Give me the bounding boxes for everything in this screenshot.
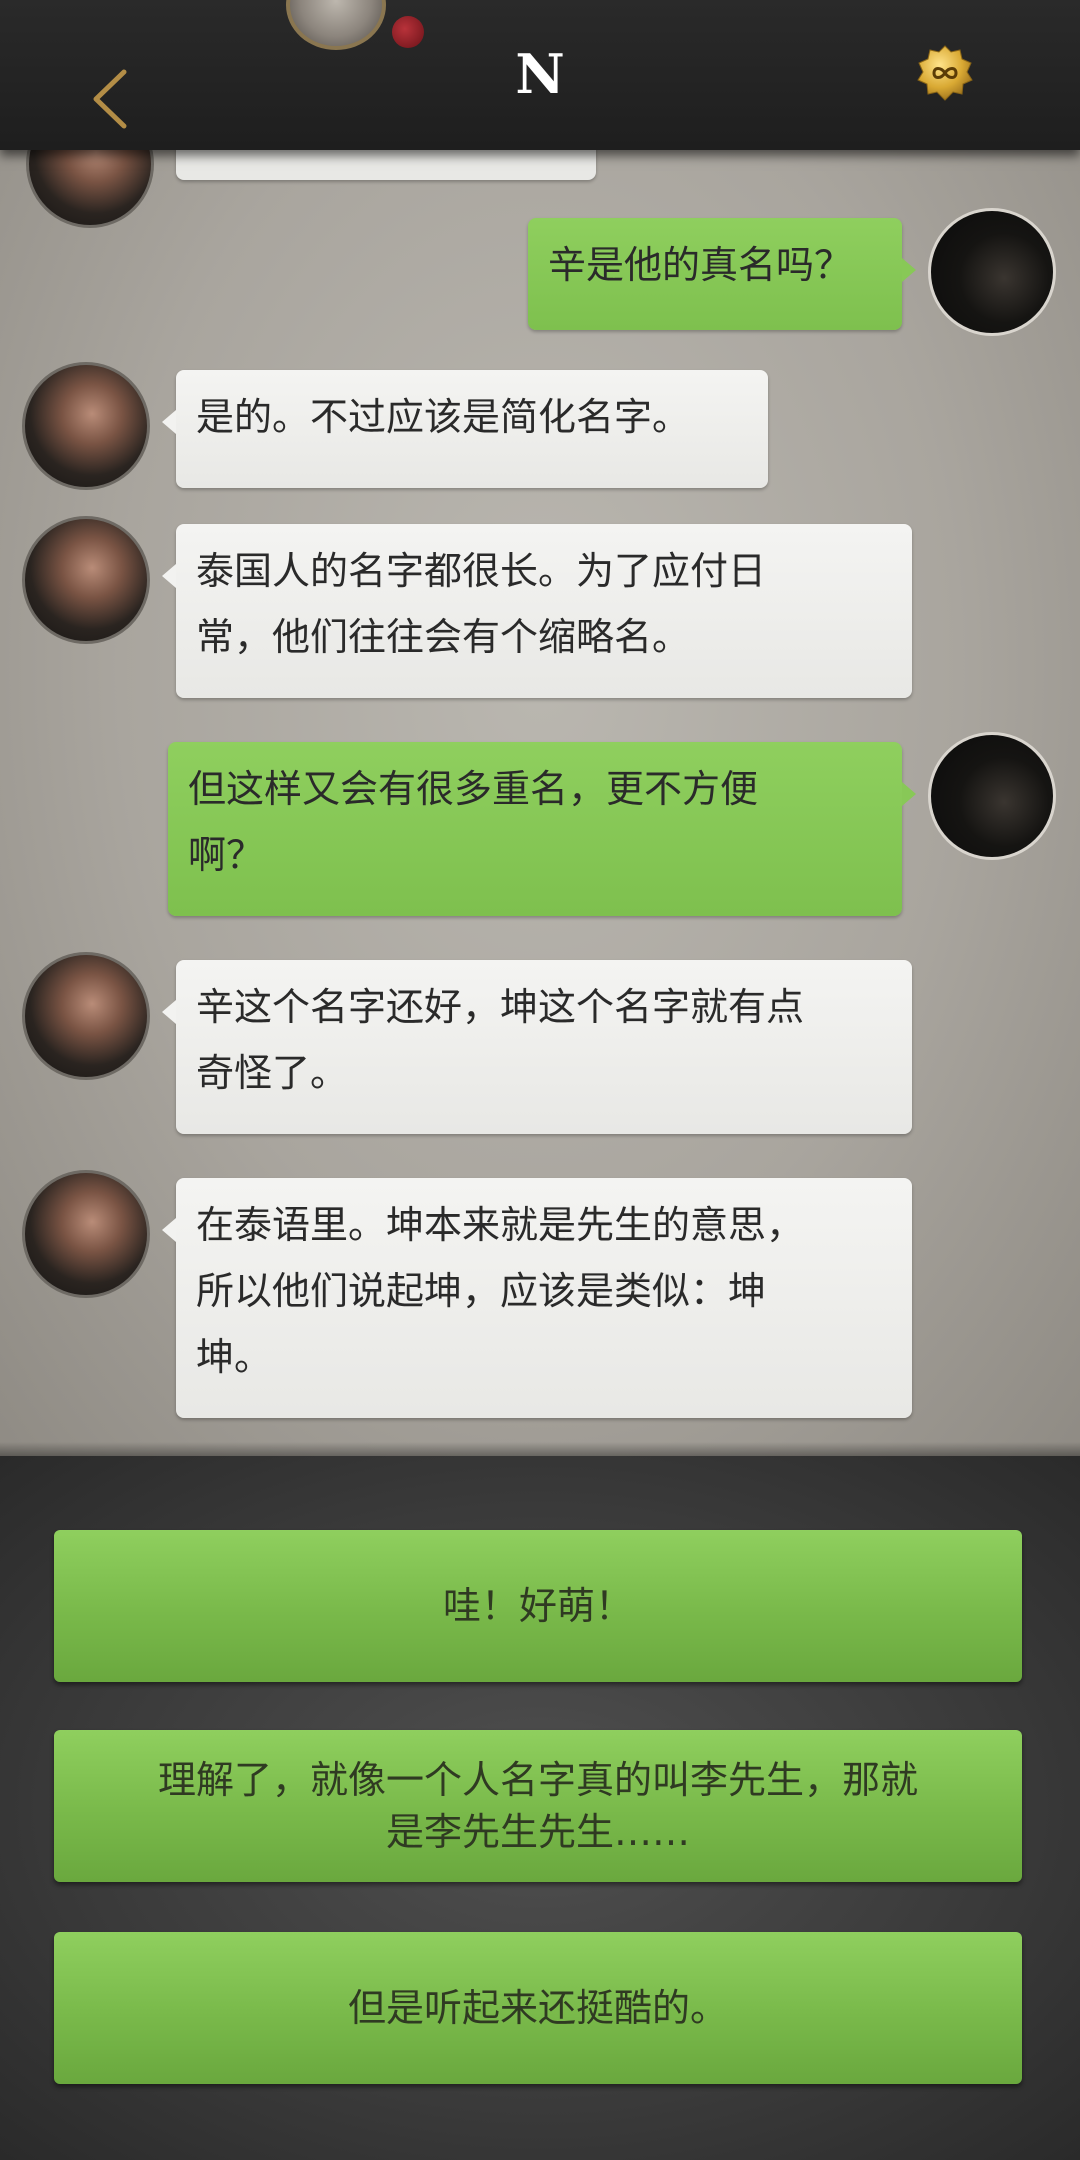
user-avatar[interactable]	[928, 208, 1056, 336]
reply-option-2[interactable]: 理解了，就像一个人名字真的叫李先生，那就 是李先生先生……	[54, 1730, 1022, 1882]
contact-avatar[interactable]	[22, 362, 150, 490]
message-bubble-received: 是的。不过应该是简化名字。	[162, 370, 768, 488]
message-text-line: 坤。	[196, 1335, 273, 1379]
message-bubble-sent: 辛是他的真名吗？	[528, 218, 916, 330]
top-bar: N	[0, 0, 1080, 150]
contact-avatar[interactable]	[26, 140, 154, 228]
contact-avatar[interactable]	[22, 1170, 150, 1298]
infinity-badge-icon[interactable]	[916, 44, 974, 102]
message-bubble-received: 泰国人的名字都很长。为了应付日 常，他们往往会有个缩略名。	[162, 524, 912, 698]
reply-options-panel: 哇！好萌！ 理解了，就像一个人名字真的叫李先生，那就 是李先生先生…… 但是听起…	[0, 1456, 1080, 2160]
user-avatar[interactable]	[928, 732, 1056, 860]
reply-option-3[interactable]: 但是听起来还挺酷的。	[54, 1932, 1022, 2084]
chat-area[interactable]: 辛是他的真名吗？ 是的。不过应该是简化名字。 泰国人的名字都很长。为了应付日 常…	[0, 140, 1080, 1456]
message-text-line: 在泰语里。坤本来就是先生的意思，	[196, 1203, 805, 1247]
message-text-line: 奇怪了。	[196, 1051, 349, 1095]
message-text-line: 所以他们说起坤，应该是类似：坤	[196, 1269, 767, 1313]
contact-avatar[interactable]	[22, 952, 150, 1080]
message-text-line: 辛这个名字还好，坤这个名字就有点	[196, 985, 805, 1029]
reply-option-1[interactable]: 哇！好萌！	[54, 1530, 1022, 1682]
message-text-line: 泰国人的名字都很长。为了应付日	[196, 549, 767, 593]
message-text: 是的。不过应该是简化名字。	[196, 395, 691, 439]
message-text-line: 啊？	[188, 833, 265, 877]
message-text-line: 常，他们往往会有个缩略名。	[196, 615, 691, 659]
reply-option-label: 但是听起来还挺酷的。	[347, 1986, 728, 2030]
reply-option-label: 哇！好萌！	[442, 1584, 633, 1628]
message-bubble-sent: 但这样又会有很多重名，更不方便 啊？	[168, 742, 916, 916]
message-text: 辛是他的真名吗？	[548, 243, 853, 287]
contact-avatar[interactable]	[22, 516, 150, 644]
reply-option-label-line: 理解了，就像一个人名字真的叫李先生，那就	[157, 1758, 918, 1802]
message-bubble-received: 辛这个名字还好，坤这个名字就有点 奇怪了。	[162, 960, 912, 1134]
reply-option-label-line: 是李先生先生……	[385, 1810, 690, 1854]
message-bubble-received: 在泰语里。坤本来就是先生的意思， 所以他们说起坤，应该是类似：坤 坤。	[162, 1178, 912, 1418]
message-text-line: 但这样又会有很多重名，更不方便	[188, 767, 759, 811]
